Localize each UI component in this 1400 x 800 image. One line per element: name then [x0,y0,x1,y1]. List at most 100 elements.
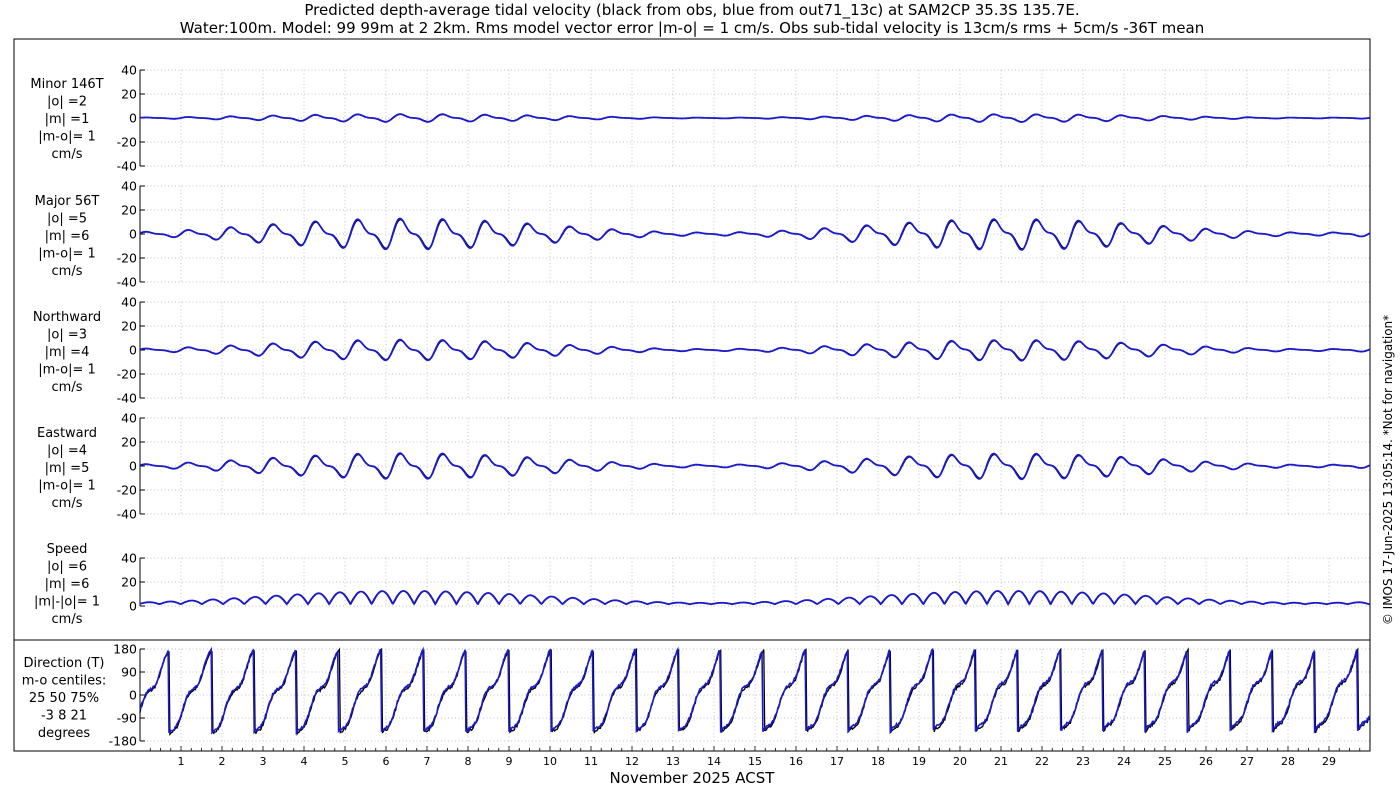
panel-label-minor: |o| =2 [47,95,87,110]
xtick-label: 8 [465,755,472,768]
ytick-label-eastward: -20 [117,483,137,498]
ytick-label-major: 40 [121,179,137,194]
ytick-label-direction: -180 [109,734,137,749]
panel-label-major: |m| =6 [45,229,90,244]
panel-label-major: Major 56T [35,194,100,209]
xtick-label: 17 [830,755,844,768]
panel-label-minor: |m-o|= 1 [38,130,96,145]
xtick-label: 9 [506,755,513,768]
ytick-label-direction: -90 [117,711,137,726]
panel-label-direction: -3 8 21 [41,709,87,724]
ytick-label-northward: 40 [121,295,137,310]
panels-layer: -40 -20 0 20 40 Minor 146T |o| =2 |m| =1 |m-o|= … [22,63,1371,749]
xtick-label: 26 [1199,755,1213,768]
xtick-label: 10 [543,755,557,768]
xtick-label: 18 [871,755,885,768]
ytick-label-speed: 0 [129,599,137,614]
direction-frame [13,639,1371,752]
ytick-label-major: 20 [121,203,137,218]
panel-speed: 0 20 40 Speed |o| =6 |m| =6 |m|-|o|= 1 cm/s [34,542,1371,627]
panel-label-northward: cm/s [52,380,83,395]
panel-label-major: |o| =5 [47,212,87,227]
chart-title-line-1: Predicted depth-average tidal velocity (… [304,1,1079,20]
series-model-speed [139,590,1371,607]
ytick-label-northward: -40 [117,391,137,406]
xtick-label: 1 [178,755,185,768]
xtick-label: 12 [625,755,639,768]
xtick-label: 11 [584,755,598,768]
ytick-label-major: 0 [129,227,137,242]
ytick-label-eastward: 20 [121,435,137,450]
xtick-label: 16 [789,755,803,768]
series-model-minor [139,113,1371,123]
panel-direction: -180 -90 0 90 180 Direction (T) m-o centiles: 2… [22,642,1371,749]
panel-label-eastward: |m| =5 [45,461,90,476]
xtick-label: 3 [260,755,267,768]
panel-major: -40 -20 0 20 40 Major 56T |o| =5 |m| =6 |m-o|= 1… [35,179,1371,290]
panel-label-speed: |o| =6 [47,560,87,575]
panel-label-direction: m-o centiles: [22,674,107,689]
ytick-label-direction: 90 [121,665,137,680]
ytick-label-minor: -40 [117,159,137,174]
ytick-label-eastward: 0 [129,459,137,474]
xtick-label: 23 [1076,755,1090,768]
ytick-label-direction: 0 [129,688,137,703]
ytick-label-northward: 0 [129,343,137,358]
panel-minor: -40 -20 0 20 40 Minor 146T |o| =2 |m| =1 |m-o|= … [30,63,1371,174]
panel-label-minor: Minor 146T [30,77,103,92]
ytick-label-speed: 20 [121,575,137,590]
panel-label-direction: degrees [38,726,91,741]
ytick-label-northward: 20 [121,319,137,334]
ytick-label-minor: 40 [121,63,137,78]
ytick-label-major: -40 [117,275,137,290]
panel-label-major: cm/s [52,264,83,279]
xtick-label: 21 [994,755,1008,768]
ytick-label-northward: -20 [117,367,137,382]
panel-northward: -40 -20 0 20 40 Northward |o| =3 |m| =4 |m-o|= 1… [33,295,1371,406]
chart-title-line-2: Water:100m. Model: 99 99m at 2 2km. Rms … [180,19,1204,37]
xtick-label: 24 [1117,755,1131,768]
panel-label-speed: |m|-|o|= 1 [34,595,100,610]
xtick-label: 14 [707,755,721,768]
xtick-label: 22 [1035,755,1049,768]
ytick-label-eastward: -40 [117,507,137,522]
xtick-label: 13 [666,755,680,768]
panel-label-eastward: |o| =4 [47,444,87,459]
xtick-label: 28 [1281,755,1295,768]
panel-label-northward: |m| =4 [45,345,90,360]
xtick-label: 27 [1240,755,1254,768]
ytick-label-speed: 40 [121,551,137,566]
panel-label-speed: |m| =6 [45,577,90,592]
xtick-label: 6 [383,755,390,768]
panel-label-minor: |m| =1 [45,112,90,127]
series-model-major [139,217,1371,251]
xtick-label: 7 [424,755,431,768]
ytick-label-minor: -20 [117,135,137,150]
panel-label-northward: |o| =3 [47,328,87,343]
panel-label-eastward: |m-o|= 1 [38,479,96,494]
panel-label-direction: Direction (T) [24,656,105,671]
xtick-label: 29 [1322,755,1336,768]
copyright-notice: © IMOS 17-Jun-2025 13:05:14. *Not for na… [1381,315,1395,625]
ytick-label-minor: 0 [129,111,137,126]
xtick-label: 20 [953,755,967,768]
panel-label-major: |m-o|= 1 [38,247,96,262]
x-axis-label: November 2025 ACST [610,769,776,787]
panel-label-eastward: Eastward [37,426,97,441]
panel-eastward: -40 -20 0 20 40 Eastward |o| =4 |m| =5 |m-o|= 1 c… [37,411,1371,522]
tidal-velocity-chart: Predicted depth-average tidal velocity (… [13,1,1395,787]
ytick-label-minor: 20 [121,87,137,102]
panel-label-speed: Speed [47,542,88,557]
ytick-label-direction: 180 [113,642,137,657]
series-model-northward [139,338,1371,362]
main-frame [13,38,1371,641]
xtick-label: 15 [748,755,762,768]
xtick-label: 25 [1158,755,1172,768]
panel-label-speed: cm/s [52,612,83,627]
x-axis: 1 2 3 4 5 6 7 8 9 10 11 12 13 14 15 16 17 18 19 20 21 22 23 24 2… [149,746,1361,768]
xtick-label: 2 [219,755,226,768]
panel-label-direction: 25 50 75% [29,691,99,706]
panel-label-northward: |m-o|= 1 [38,363,96,378]
panel-label-northward: Northward [33,310,101,325]
xtick-label: 4 [301,755,308,768]
